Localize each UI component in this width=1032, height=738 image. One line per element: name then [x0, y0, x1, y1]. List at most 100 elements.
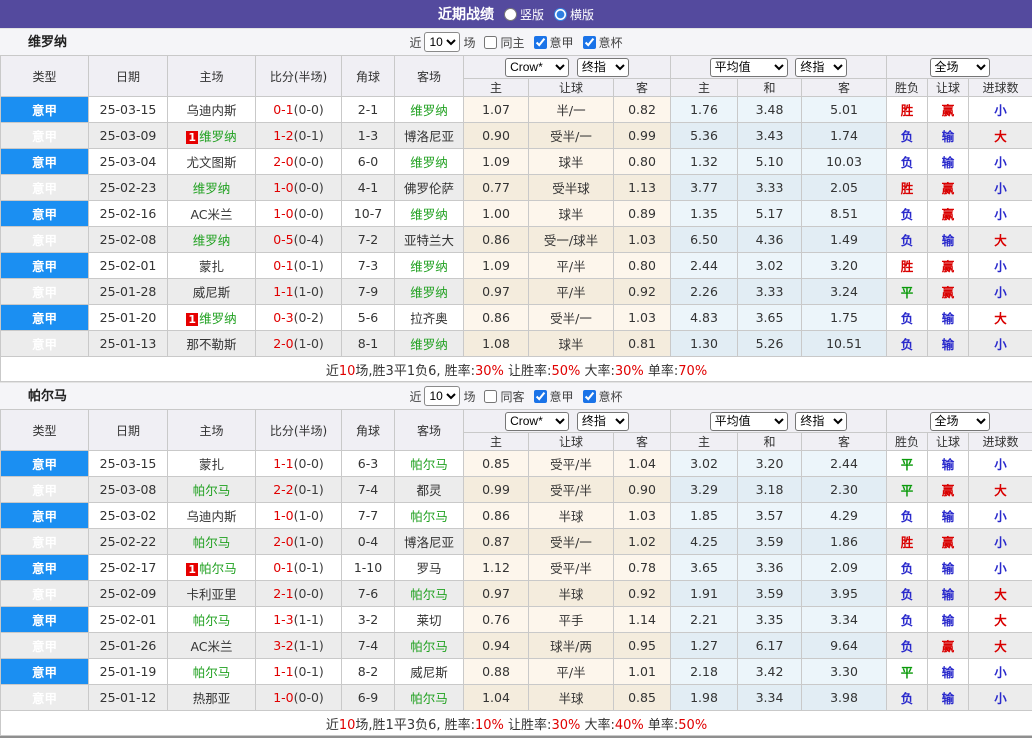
- result-wdl-cell: 胜: [887, 253, 928, 279]
- away-team-cell: 博洛尼亚: [395, 123, 464, 149]
- avg-source-select[interactable]: 平均值: [710, 412, 788, 431]
- league-cell: 意甲: [1, 253, 89, 279]
- summary-segment: 单率:: [644, 718, 679, 733]
- date-cell: 25-01-12: [89, 685, 168, 711]
- avg-home-cell: 1.91: [671, 581, 738, 607]
- same-venue-checkbox[interactable]: [484, 36, 497, 49]
- rank-badge: 1: [186, 313, 198, 326]
- league-checkbox[interactable]: [534, 36, 547, 49]
- score-cell: 2-0(0-0): [256, 149, 342, 175]
- avg-group-header: 平均值 终指: [671, 56, 887, 79]
- cup-checkbox[interactable]: [583, 36, 596, 49]
- corner-cell: 1-10: [342, 555, 395, 581]
- result-handicap-cell: 赢: [928, 175, 969, 201]
- home-team-cell: 卡利亚里: [168, 581, 256, 607]
- score-cell: 3-2(1-1): [256, 633, 342, 659]
- odds-final-select[interactable]: 终指: [577, 58, 629, 77]
- team-name-text: 蒙扎: [199, 457, 224, 472]
- result-wdl-cell: 负: [887, 331, 928, 357]
- cup-checkbox[interactable]: [583, 390, 596, 403]
- result-goals-cell: 大: [969, 123, 1032, 149]
- avg-home-cell: 2.18: [671, 659, 738, 685]
- result-wdl-cell: 负: [887, 581, 928, 607]
- match-row: 意甲25-02-16AC米兰1-0(0-0)10-7维罗纳1.00球半0.891…: [1, 201, 1032, 227]
- games-label: 场: [463, 34, 475, 51]
- avg-draw-cell: 3.33: [738, 175, 802, 201]
- odds-source-select[interactable]: Crow*: [505, 58, 569, 77]
- league-cell: 意甲: [1, 123, 89, 149]
- odds-away-cell: 1.02: [614, 529, 671, 555]
- scope-select[interactable]: 全场: [930, 412, 990, 431]
- col-header-odds-away: 客: [614, 79, 671, 97]
- score-cell: 2-0(1-0): [256, 331, 342, 357]
- summary-segment: 30%: [615, 364, 644, 379]
- team-name-text: 帕尔马: [193, 613, 231, 628]
- result-goals-cell: 小: [969, 331, 1032, 357]
- avg-final-select[interactable]: 终指: [795, 412, 847, 431]
- summary-segment: 70%: [678, 364, 707, 379]
- rank-badge: 1: [186, 131, 198, 144]
- avg-away-cell: 9.64: [802, 633, 887, 659]
- col-header-avg-home: 主: [671, 79, 738, 97]
- home-team-cell: 那不勒斯: [168, 331, 256, 357]
- match-row: 意甲25-02-01蒙扎0-1(0-1)7-3维罗纳1.09平/半0.802.4…: [1, 253, 1032, 279]
- avg-home-cell: 3.02: [671, 451, 738, 477]
- result-handicap-cell: 输: [928, 149, 969, 175]
- avg-away-cell: 3.34: [802, 607, 887, 633]
- corner-cell: 8-1: [342, 331, 395, 357]
- recent-count-select[interactable]: 10: [424, 32, 460, 52]
- home-team-cell: 帕尔马: [168, 477, 256, 503]
- avg-away-cell: 2.09: [802, 555, 887, 581]
- league-cell: 意甲: [1, 607, 89, 633]
- odds-final-select[interactable]: 终指: [577, 412, 629, 431]
- summary-segment: 30%: [551, 718, 580, 733]
- same-venue-checkbox[interactable]: [484, 390, 497, 403]
- odds-away-cell: 1.03: [614, 227, 671, 253]
- match-row: 意甲25-03-15蒙扎1-1(0-0)6-3帕尔马0.85受平/半1.043.…: [1, 451, 1032, 477]
- horizontal-radio[interactable]: [554, 8, 567, 21]
- home-team-cell: 蒙扎: [168, 451, 256, 477]
- recent-count-select[interactable]: 10: [424, 386, 460, 406]
- col-header-avg-home: 主: [671, 433, 738, 451]
- score-cell: 0-1(0-1): [256, 555, 342, 581]
- vertical-radio[interactable]: [504, 8, 517, 21]
- summary-segment: 近: [326, 718, 339, 733]
- col-header-odds-handicap: 让球: [529, 79, 614, 97]
- summary-segment: 50%: [551, 364, 580, 379]
- scope-select[interactable]: 全场: [930, 58, 990, 77]
- layout-radio-vertical[interactable]: 竖版: [504, 6, 544, 23]
- layout-radio-horizontal[interactable]: 横版: [554, 6, 594, 23]
- result-goals-cell: 小: [969, 685, 1032, 711]
- away-team-cell: 都灵: [395, 477, 464, 503]
- home-team-cell: 维罗纳: [168, 227, 256, 253]
- league-checkbox[interactable]: [534, 390, 547, 403]
- avg-draw-cell: 5.17: [738, 201, 802, 227]
- avg-source-select[interactable]: 平均值: [710, 58, 788, 77]
- same-venue-label: 同主: [500, 34, 524, 51]
- date-cell: 25-03-02: [89, 503, 168, 529]
- team-name-text: 帕尔马: [410, 639, 448, 654]
- team-name-text: 那不勒斯: [186, 337, 236, 352]
- away-team-cell: 维罗纳: [395, 201, 464, 227]
- avg-draw-cell: 3.02: [738, 253, 802, 279]
- col-header-odds-home: 主: [464, 433, 529, 451]
- league-label: 意甲: [550, 34, 574, 51]
- col-header-avg-draw: 和: [738, 79, 802, 97]
- score-cell: 1-3(1-1): [256, 607, 342, 633]
- team-name-text: AC米兰: [190, 207, 232, 222]
- avg-away-cell: 2.05: [802, 175, 887, 201]
- horizontal-radio-label: 横版: [570, 6, 594, 23]
- avg-home-cell: 1.27: [671, 633, 738, 659]
- team-name-text: 维罗纳: [199, 129, 237, 144]
- near-label: 近: [409, 34, 421, 51]
- avg-home-cell: 1.32: [671, 149, 738, 175]
- result-wdl-cell: 负: [887, 607, 928, 633]
- result-handicap-cell: 赢: [928, 201, 969, 227]
- handicap-cell: 平/半: [529, 659, 614, 685]
- avg-final-select[interactable]: 终指: [795, 58, 847, 77]
- odds-away-cell: 0.99: [614, 123, 671, 149]
- odds-home-cell: 0.86: [464, 227, 529, 253]
- odds-source-select[interactable]: Crow*: [505, 412, 569, 431]
- match-row: 意甲25-03-091维罗纳1-2(0-1)1-3博洛尼亚0.90受半/一0.9…: [1, 123, 1032, 149]
- handicap-cell: 半球: [529, 503, 614, 529]
